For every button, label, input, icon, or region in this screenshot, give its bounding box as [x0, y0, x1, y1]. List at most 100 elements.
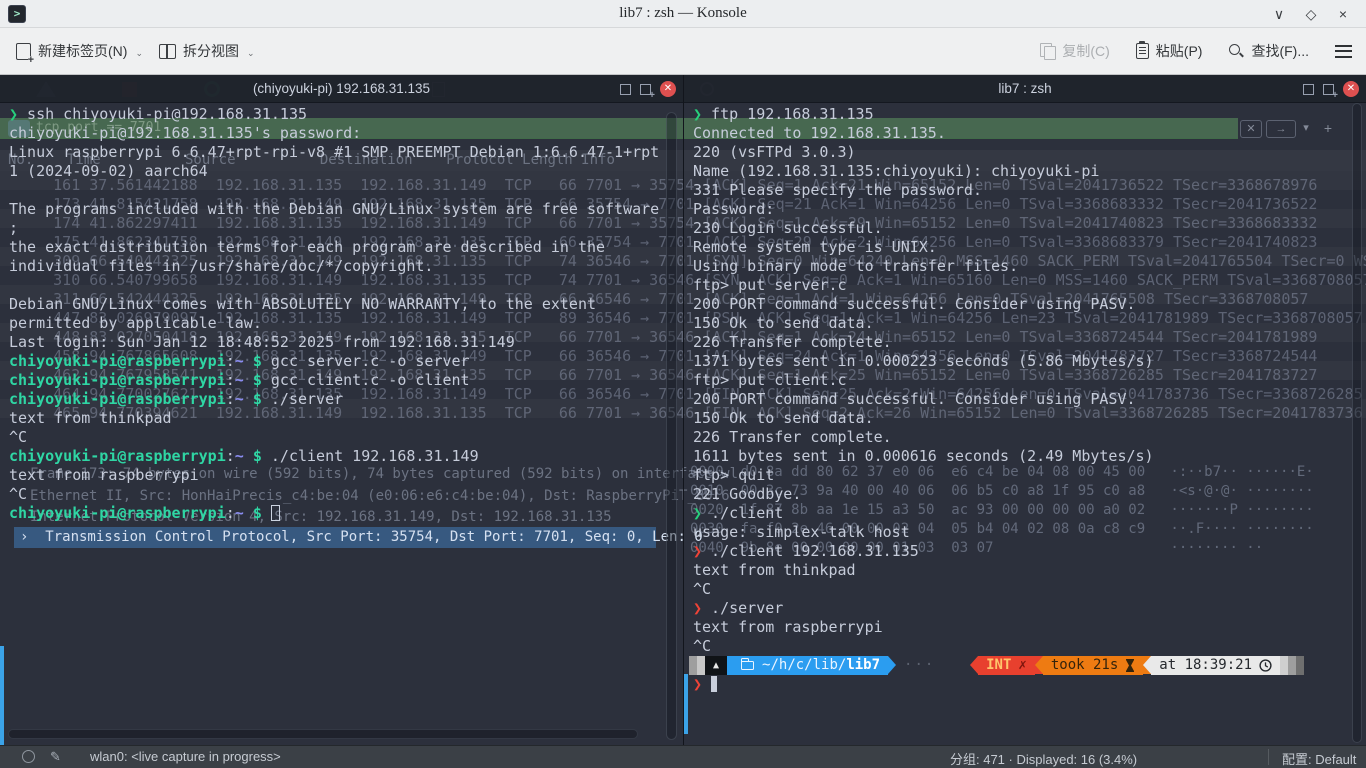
terminal-line: ^C	[9, 428, 683, 447]
statusbar-divider	[1268, 749, 1269, 765]
terminal-line: ❯ ftp 192.168.31.135	[693, 105, 1366, 124]
terminal-line: Connected to 192.168.31.135.	[693, 124, 1366, 143]
terminal-line: ^C	[9, 485, 683, 504]
terminal-line	[9, 181, 683, 200]
menu-button[interactable]	[1335, 45, 1352, 58]
terminal-line: ❯ ssh chiyoyuki-pi@192.168.31.135	[9, 105, 683, 124]
terminal-line: Linux raspberrypi 6.6.47+rpt-rpi-v8 #1 S…	[9, 143, 683, 162]
konsole-window: > lib7 : zsh — Konsole ∨ ◇ × 新建标签页(N) ⌄ …	[0, 0, 1366, 768]
powerline-block	[697, 656, 705, 675]
terminal-line: Remote system type is UNIX.	[693, 238, 1366, 257]
terminal-line: ftp> put client.c	[693, 371, 1366, 390]
powerline-prompt: ▲ ~/h/c/lib/lib7 ··· INT✗ took 21s	[689, 656, 1304, 675]
terminal-line: text from raspberrypi	[9, 466, 683, 485]
split-view-icon	[159, 44, 176, 59]
find-label: 查找(F)...	[1251, 41, 1309, 61]
close-button[interactable]: ×	[1332, 3, 1354, 25]
split-view-button[interactable]: 拆分视图 ⌄	[159, 41, 255, 61]
left-terminal[interactable]: ❯ ssh chiyoyuki-pi@192.168.31.135chiyoyu…	[0, 103, 683, 745]
powerline-block	[1288, 656, 1296, 675]
new-tab-button[interactable]: 新建标签页(N) ⌄	[16, 41, 143, 61]
capture-status-text: wlan0: <live capture in progress>	[90, 749, 281, 764]
hamburger-icon	[1335, 45, 1352, 58]
terminal-line: individual files in /usr/share/doc/*/cop…	[9, 257, 683, 276]
os-indicator: ▲	[705, 656, 727, 675]
copy-button[interactable]: 复制(C)	[1040, 41, 1109, 61]
left-pane-title: (chiyoyuki-pi) 192.168.31.135	[0, 75, 683, 103]
packet-stats: 分组: 471 · Displayed: 16 (3.4%)	[950, 749, 1137, 768]
search-icon	[1228, 43, 1244, 59]
powerline-separator	[1143, 656, 1151, 674]
terminal-line: ❯ ./client 192.168.31.135	[693, 542, 1366, 561]
right-terminal[interactable]: ❯ ftp 192.168.31.135Connected to 192.168…	[684, 103, 1366, 745]
new-tab-label: 新建标签页(N)	[38, 41, 127, 61]
wireshark-statusbar: ✎ wlan0: <live capture in progress> 分组: …	[0, 745, 1366, 768]
chevron-down-icon: ⌄	[247, 48, 255, 61]
pane-detach-icon[interactable]	[1323, 84, 1334, 95]
left-pane-header: (chiyoyuki-pi) 192.168.31.135 ✕	[0, 75, 683, 103]
terminal-line: 226 Transfer complete.	[693, 333, 1366, 352]
window-title: lib7 : zsh — Konsole	[0, 5, 1366, 22]
pane-maximize-icon[interactable]	[1303, 84, 1314, 95]
terminal-line: ftp> put server.c	[693, 276, 1366, 295]
terminal-line: chiyoyuki-pi@raspberrypi:~ $ gcc client.…	[9, 371, 683, 390]
duration-segment: took 21s	[1043, 656, 1143, 675]
terminal-line: 230 Login successful.	[693, 219, 1366, 238]
profile-label[interactable]: 配置: Default	[1282, 749, 1356, 768]
terminal-line: 220 (vsFTPd 3.0.3)	[693, 143, 1366, 162]
terminal-line: chiyoyuki-pi@raspberrypi:~ $ ./client 19…	[9, 447, 683, 466]
paste-label: 粘贴(P)	[1156, 41, 1203, 61]
terminal-line: permitted by applicable law.	[9, 314, 683, 333]
terminal-line: 1 (2024-09-02) aarch64	[9, 162, 683, 181]
split-view-label: 拆分视图	[183, 41, 239, 61]
text-cursor-hollow	[271, 505, 280, 521]
terminal-line: 200 PORT command successful. Consider us…	[693, 390, 1366, 409]
powerline-block	[1280, 656, 1288, 675]
terminal-line: The programs included with the Debian GN…	[9, 200, 683, 219]
clock-icon	[1259, 659, 1272, 672]
annotation-icon[interactable]: ✎	[50, 749, 61, 765]
terminal-line: Password:	[693, 200, 1366, 219]
terminal-line: text from thinkpad	[9, 409, 683, 428]
terminal-line: 200 PORT command successful. Consider us…	[693, 295, 1366, 314]
left-pane: (chiyoyuki-pi) 192.168.31.135 ✕ ❯ ssh ch…	[0, 75, 683, 745]
terminal-line	[9, 276, 683, 295]
exit-status-segment: INT✗	[978, 656, 1035, 675]
pane-close-button[interactable]: ✕	[1343, 81, 1359, 97]
right-pane: lib7 : zsh ✕ ❯ ftp 192.168.31.135Connect…	[684, 75, 1366, 745]
right-pane-title: lib7 : zsh	[684, 75, 1366, 103]
terminal-line: 1371 bytes sent in 0.000223 seconds (5.8…	[693, 352, 1366, 371]
new-tab-icon	[16, 43, 31, 60]
paste-icon	[1136, 43, 1149, 59]
terminal-line: 150 Ok to send data.	[693, 409, 1366, 428]
copy-icon	[1040, 43, 1055, 59]
terminal-line: Name (192.168.31.135:chiyoyuki): chiyoyu…	[693, 162, 1366, 181]
minimize-button[interactable]: ∨	[1268, 3, 1290, 25]
terminal-line: text from raspberrypi	[693, 618, 1366, 637]
maximize-button[interactable]: ◇	[1300, 3, 1322, 25]
terminal-line: ^C	[693, 580, 1366, 599]
pane-close-button[interactable]: ✕	[660, 81, 676, 97]
powerline-dots: ···	[904, 656, 935, 675]
cross-icon: ✗	[1018, 656, 1026, 675]
terminal-line: chiyoyuki-pi@raspberrypi:~ $ gcc server.…	[9, 352, 683, 371]
paste-button[interactable]: 粘贴(P)	[1136, 41, 1203, 61]
capture-status-icon[interactable]	[22, 750, 35, 763]
terminal-line: Debian GNU/Linux comes with ABSOLUTELY N…	[9, 295, 683, 314]
chevron-down-icon: ⌄	[135, 48, 143, 61]
hourglass-icon	[1125, 659, 1135, 672]
powerline-separator	[970, 656, 978, 674]
find-button[interactable]: 查找(F)...	[1228, 41, 1309, 61]
terminal-line: 331 Please specify the password.	[693, 181, 1366, 200]
terminal-line: Using binary mode to transfer files.	[693, 257, 1366, 276]
powerline-separator	[888, 656, 896, 674]
terminal-line: text from thinkpad	[693, 561, 1366, 580]
main-area: tcp.port == 7701 ✕ → ▾ + No. Time Source…	[0, 75, 1366, 768]
pane-detach-icon[interactable]	[640, 84, 651, 95]
terminal-line: chiyoyuki-pi@192.168.31.135's password:	[9, 124, 683, 143]
powerline-block	[1296, 656, 1304, 675]
terminal-line: chiyoyuki-pi@raspberrypi:~ $ ./server	[9, 390, 683, 409]
cwd-segment: ~/h/c/lib/lib7	[727, 656, 888, 675]
terminal-line: chiyoyuki-pi@raspberrypi:~ $	[9, 504, 683, 523]
pane-maximize-icon[interactable]	[620, 84, 631, 95]
